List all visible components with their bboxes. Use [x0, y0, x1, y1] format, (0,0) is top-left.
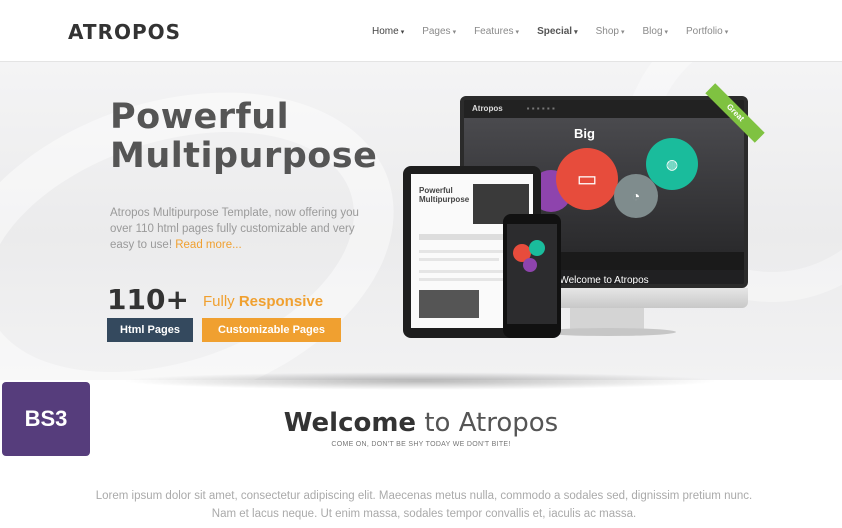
hero-description: Atropos Multipurpose Template, now offer… — [110, 205, 372, 253]
chevron-down-icon: ▾ — [620, 29, 625, 36]
chevron-down-icon: ▾ — [574, 29, 578, 36]
hero-shadow — [120, 372, 720, 390]
welcome-subtitle: COME ON, DON'T BE SHY TODAY WE DON'T BIT… — [331, 441, 511, 448]
chevron-down-icon: ▾ — [515, 29, 520, 36]
globe-icon: ◍ — [646, 138, 698, 190]
nav-blog[interactable]: Blog ▾ — [642, 26, 668, 37]
tablet-line — [419, 258, 499, 261]
nav-portfolio-label: Portfolio — [686, 26, 723, 37]
hero-title-line1: Powerful — [110, 97, 290, 137]
welcome-title-rest: to Atropos — [416, 408, 559, 438]
welcome-paragraph: Lorem ipsum dolor sit amet, consectetur … — [95, 490, 753, 520]
site-logo[interactable]: ATROPOS — [68, 20, 181, 44]
tablet-line — [419, 278, 509, 281]
nav-blog-label: Blog — [642, 26, 663, 37]
hero-section: Powerful Multipurpose Atropos Multipurpo… — [0, 62, 842, 380]
hero-title-line2: Multipurpose — [110, 136, 378, 176]
phone-screen — [507, 224, 557, 324]
nav-features-label: Features — [474, 26, 514, 37]
responsive-label: Fully Responsive — [203, 293, 323, 310]
monitor-icon: ▭ — [556, 148, 618, 210]
header: ATROPOS Home ▾ Pages ▾ Features ▾ Special ▾ … — [0, 0, 842, 62]
chevron-down-icon: ▾ — [452, 29, 457, 36]
chevron-down-icon: ▾ — [664, 29, 669, 36]
monitor-stand — [570, 308, 644, 330]
monitor-header: Atropos ▪ ▪ ▪ ▪ ▪ ▪ — [464, 100, 744, 118]
nav-home-label: Home — [372, 26, 399, 37]
welcome-title: Welcome to Atropos — [0, 408, 842, 438]
circle-green — [529, 240, 545, 256]
nav-special[interactable]: Special ▾ — [537, 26, 578, 37]
nav-home[interactable]: Home ▾ — [372, 26, 404, 37]
responsive-prefix: Fully — [203, 293, 235, 310]
circle-purple — [523, 258, 537, 272]
nav-shop-label: Shop — [595, 26, 619, 37]
phone-mockup — [503, 214, 561, 338]
nav-features[interactable]: Features ▾ — [474, 26, 519, 37]
monitor-big-text: Big — [574, 126, 595, 141]
read-more-link[interactable]: Read more... — [175, 239, 241, 251]
tablet-image — [419, 290, 479, 318]
monitor-brand: Atropos — [472, 104, 503, 113]
hero-title: Powerful Multipurpose — [110, 98, 377, 176]
main-nav: Home ▾ Pages ▾ Features ▾ Special ▾ Shop ▾ Bl… — [372, 26, 728, 37]
nav-special-label: Special — [537, 26, 573, 37]
welcome-title-bold: Welcome — [283, 408, 417, 438]
nav-portfolio[interactable]: Portfolio ▾ — [686, 26, 728, 37]
chevron-down-icon: ▾ — [724, 29, 729, 36]
customizable-pages-badge: Customizable Pages — [202, 318, 341, 342]
html-pages-badge: Html Pages — [107, 318, 193, 342]
nav-pages-label: Pages — [422, 26, 451, 37]
chevron-down-icon: ▾ — [400, 29, 405, 36]
nav-shop[interactable]: Shop ▾ — [596, 26, 625, 37]
tablet-title: Powerful Multipurpose — [419, 186, 470, 204]
pages-count: 110+ — [107, 283, 189, 316]
responsive-word: Responsive — [238, 293, 324, 310]
nav-pages[interactable]: Pages ▾ — [422, 26, 456, 37]
